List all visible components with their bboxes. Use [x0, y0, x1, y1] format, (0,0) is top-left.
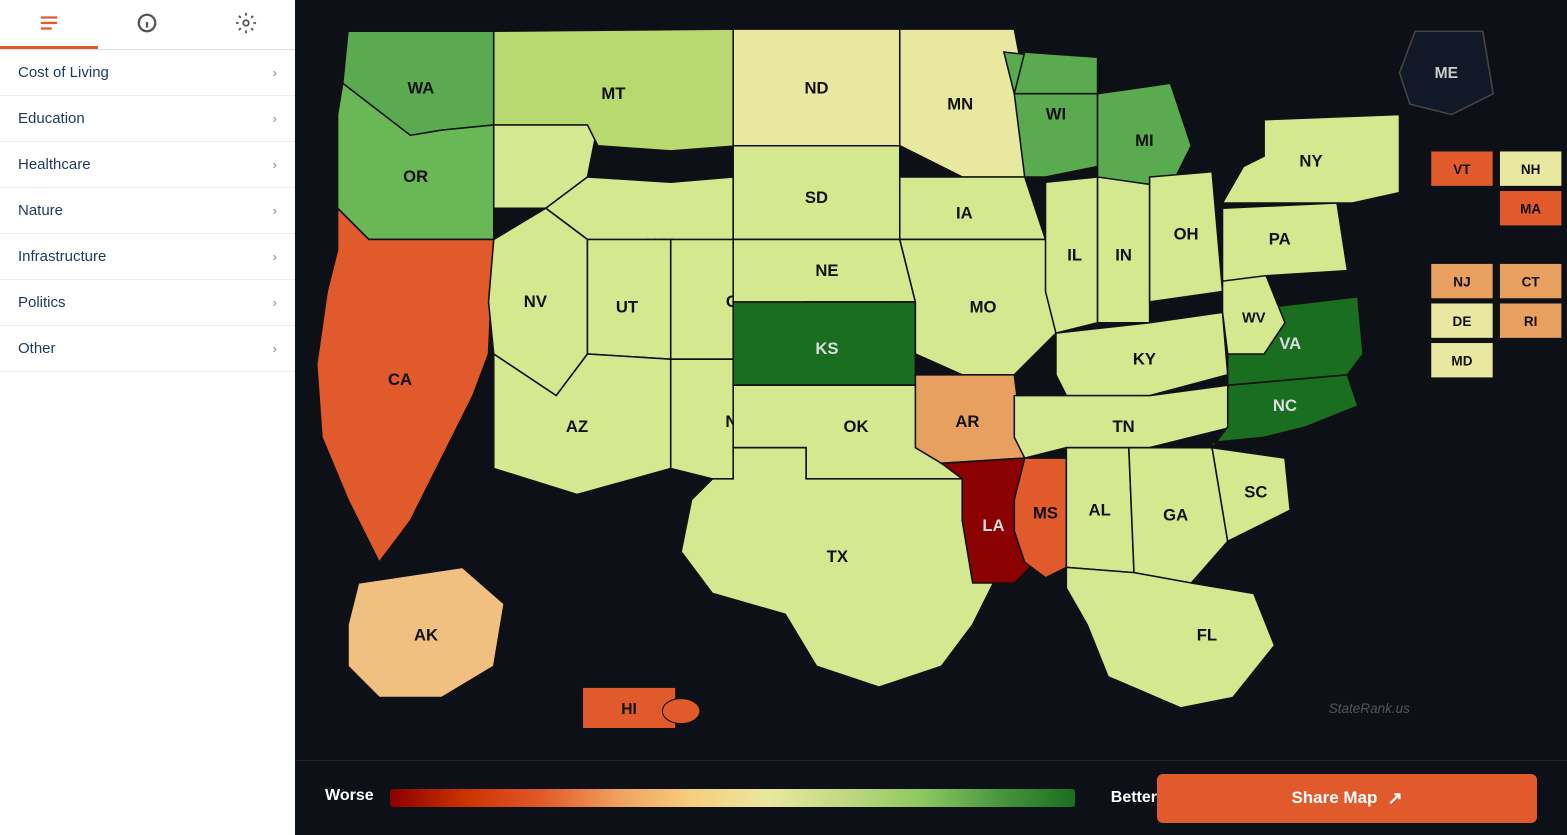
svg-text:AR: AR — [955, 412, 979, 431]
chevron-icon: › — [273, 341, 277, 356]
legend-worse-label: Worse — [325, 787, 374, 805]
svg-text:IA: IA — [956, 204, 973, 223]
menu-item-politics[interactable]: Politics › — [0, 280, 295, 326]
svg-text:AK: AK — [414, 625, 438, 644]
chevron-icon: › — [273, 249, 277, 264]
chevron-icon: › — [273, 65, 277, 80]
menu-item-infrastructure[interactable]: Infrastructure › — [0, 234, 295, 280]
menu-item-nature[interactable]: Nature › — [0, 188, 295, 234]
share-map-label: Share Map — [1291, 788, 1377, 808]
menu-item-healthcare[interactable]: Healthcare › — [0, 142, 295, 188]
svg-text:MD: MD — [1451, 353, 1472, 368]
chevron-icon: › — [273, 111, 277, 126]
legend-gradient — [390, 789, 1075, 807]
svg-text:MA: MA — [1520, 201, 1541, 216]
svg-text:WA: WA — [407, 79, 434, 98]
map-area: WA OR CA ID MT WY NV UT AZ — [295, 0, 1567, 835]
svg-text:TX: TX — [827, 547, 848, 566]
legend-bar: Worse Better Share Map ↗ — [295, 760, 1567, 835]
svg-text:HI: HI — [621, 701, 637, 718]
svg-text:WI: WI — [1046, 105, 1066, 124]
sidebar-menu: Cost of Living › Education › Healthcare … — [0, 50, 295, 835]
menu-item-education[interactable]: Education › — [0, 96, 295, 142]
us-map: WA OR CA ID MT WY NV UT AZ — [295, 0, 1567, 760]
svg-text:KS: KS — [815, 339, 838, 358]
svg-text:NH: NH — [1521, 162, 1541, 177]
svg-text:RI: RI — [1524, 314, 1538, 329]
svg-text:OH: OH — [1174, 224, 1199, 243]
chevron-icon: › — [273, 203, 277, 218]
chevron-icon: › — [273, 157, 277, 172]
state-MI-upper[interactable] — [1014, 52, 1097, 94]
tab-info[interactable] — [98, 0, 196, 49]
svg-text:UT: UT — [616, 297, 638, 316]
svg-text:NC: NC — [1273, 396, 1297, 415]
svg-text:NE: NE — [815, 261, 838, 280]
svg-text:DE: DE — [1453, 314, 1472, 329]
menu-item-cost-of-living[interactable]: Cost of Living › — [0, 50, 295, 96]
svg-text:PA: PA — [1269, 230, 1291, 249]
svg-text:NV: NV — [524, 292, 547, 311]
svg-text:KY: KY — [1133, 349, 1156, 368]
svg-text:MN: MN — [947, 94, 973, 113]
map-container: WA OR CA ID MT WY NV UT AZ — [295, 0, 1567, 760]
svg-text:VT: VT — [1453, 162, 1471, 177]
svg-text:AZ: AZ — [566, 417, 588, 436]
svg-text:IL: IL — [1067, 245, 1082, 264]
svg-text:AL: AL — [1089, 500, 1111, 519]
state-TX[interactable] — [681, 448, 993, 687]
svg-text:CA: CA — [388, 370, 412, 389]
svg-text:OR: OR — [403, 167, 428, 186]
svg-text:IN: IN — [1115, 245, 1132, 264]
svg-text:MT: MT — [601, 84, 625, 103]
svg-text:MO: MO — [970, 297, 997, 316]
menu-item-other[interactable]: Other › — [0, 326, 295, 372]
svg-text:OK: OK — [844, 417, 869, 436]
svg-text:MI: MI — [1135, 131, 1154, 150]
share-icon: ↗ — [1387, 788, 1402, 809]
svg-text:LA: LA — [982, 516, 1004, 535]
svg-text:TN: TN — [1113, 417, 1135, 436]
svg-text:MS: MS — [1033, 503, 1058, 522]
share-map-button[interactable]: Share Map ↗ — [1157, 774, 1537, 823]
svg-text:NY: NY — [1299, 152, 1322, 171]
sidebar-tabs — [0, 0, 295, 50]
svg-text:VA: VA — [1279, 334, 1301, 353]
state-FL[interactable] — [1066, 567, 1274, 708]
svg-text:NJ: NJ — [1453, 274, 1470, 289]
legend-better-label: Better — [1111, 789, 1157, 807]
tab-settings[interactable] — [197, 0, 295, 49]
svg-text:ME: ME — [1435, 65, 1458, 82]
svg-text:FL: FL — [1197, 625, 1217, 644]
svg-text:WV: WV — [1242, 311, 1266, 327]
svg-text:SD: SD — [805, 188, 828, 207]
svg-text:StateRank.us: StateRank.us — [1329, 701, 1410, 716]
chevron-icon: › — [273, 295, 277, 310]
tab-list[interactable] — [0, 0, 98, 49]
svg-text:GA: GA — [1163, 506, 1188, 525]
svg-text:CT: CT — [1522, 274, 1541, 289]
svg-text:ND: ND — [804, 79, 828, 98]
svg-text:SC: SC — [1244, 483, 1267, 502]
sidebar: Cost of Living › Education › Healthcare … — [0, 0, 295, 835]
